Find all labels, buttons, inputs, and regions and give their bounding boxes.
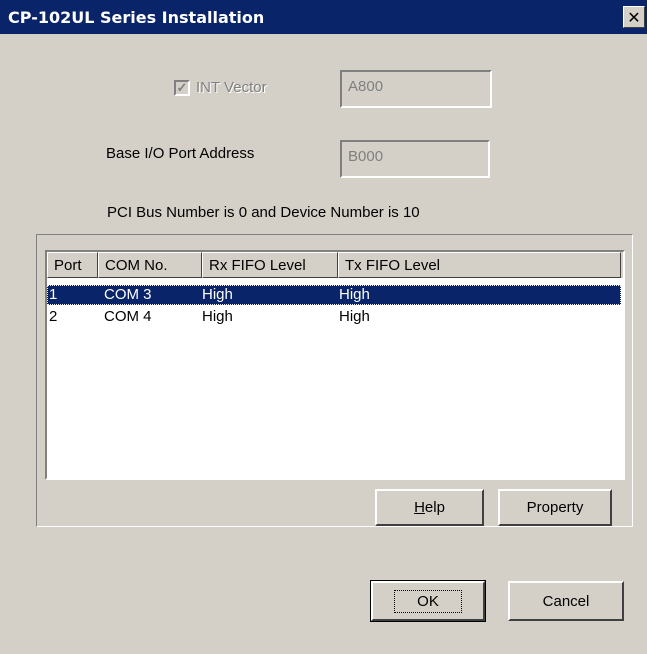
port-list-view[interactable]: Port COM No. Rx FIFO Level Tx FIFO Level…	[45, 250, 625, 480]
int-vector-checkbox[interactable]: ✓	[174, 80, 190, 96]
table-row[interactable]: 2 COM 4 High High	[47, 307, 621, 327]
cell-com: COM 3	[104, 286, 152, 303]
int-vector-field[interactable]: A800	[340, 70, 492, 108]
property-label: Property	[526, 499, 584, 516]
help-label: Help	[414, 499, 445, 516]
cell-port: 2	[49, 308, 58, 325]
property-button[interactable]: Property	[498, 489, 612, 526]
column-header-rx[interactable]: Rx FIFO Level	[202, 252, 338, 278]
title-bar: CP-102UL Series Installation ✕	[0, 0, 647, 34]
column-header-com[interactable]: COM No.	[98, 252, 202, 278]
cell-tx: High	[339, 308, 370, 325]
cancel-label: Cancel	[542, 592, 590, 610]
ok-label: OK	[394, 589, 462, 613]
close-icon: ✕	[627, 7, 641, 27]
cell-tx: High	[339, 286, 370, 303]
int-vector-value: A800	[348, 78, 384, 95]
ok-button[interactable]: OK	[370, 580, 486, 622]
cancel-button[interactable]: Cancel	[508, 581, 624, 621]
base-io-field[interactable]: B000	[340, 140, 490, 178]
base-io-value: B000	[348, 148, 384, 165]
window-title: CP-102UL Series Installation	[8, 7, 265, 27]
column-header-port[interactable]: Port	[47, 252, 98, 278]
help-button[interactable]: Help	[375, 489, 484, 526]
pci-info-text: PCI Bus Number is 0 and Device Number is…	[107, 204, 420, 221]
base-io-label: Base I/O Port Address	[106, 145, 255, 162]
cell-rx: High	[202, 308, 233, 325]
cell-com: COM 4	[104, 308, 152, 325]
column-header-tx[interactable]: Tx FIFO Level	[338, 252, 621, 278]
cell-rx: High	[202, 286, 233, 303]
list-header: Port COM No. Rx FIFO Level Tx FIFO Level	[47, 252, 623, 278]
cell-port: 1	[49, 286, 58, 303]
table-row[interactable]: 1 COM 3 High High	[47, 285, 621, 305]
int-vector-label: INT Vector	[196, 79, 267, 96]
close-button[interactable]: ✕	[623, 6, 645, 28]
